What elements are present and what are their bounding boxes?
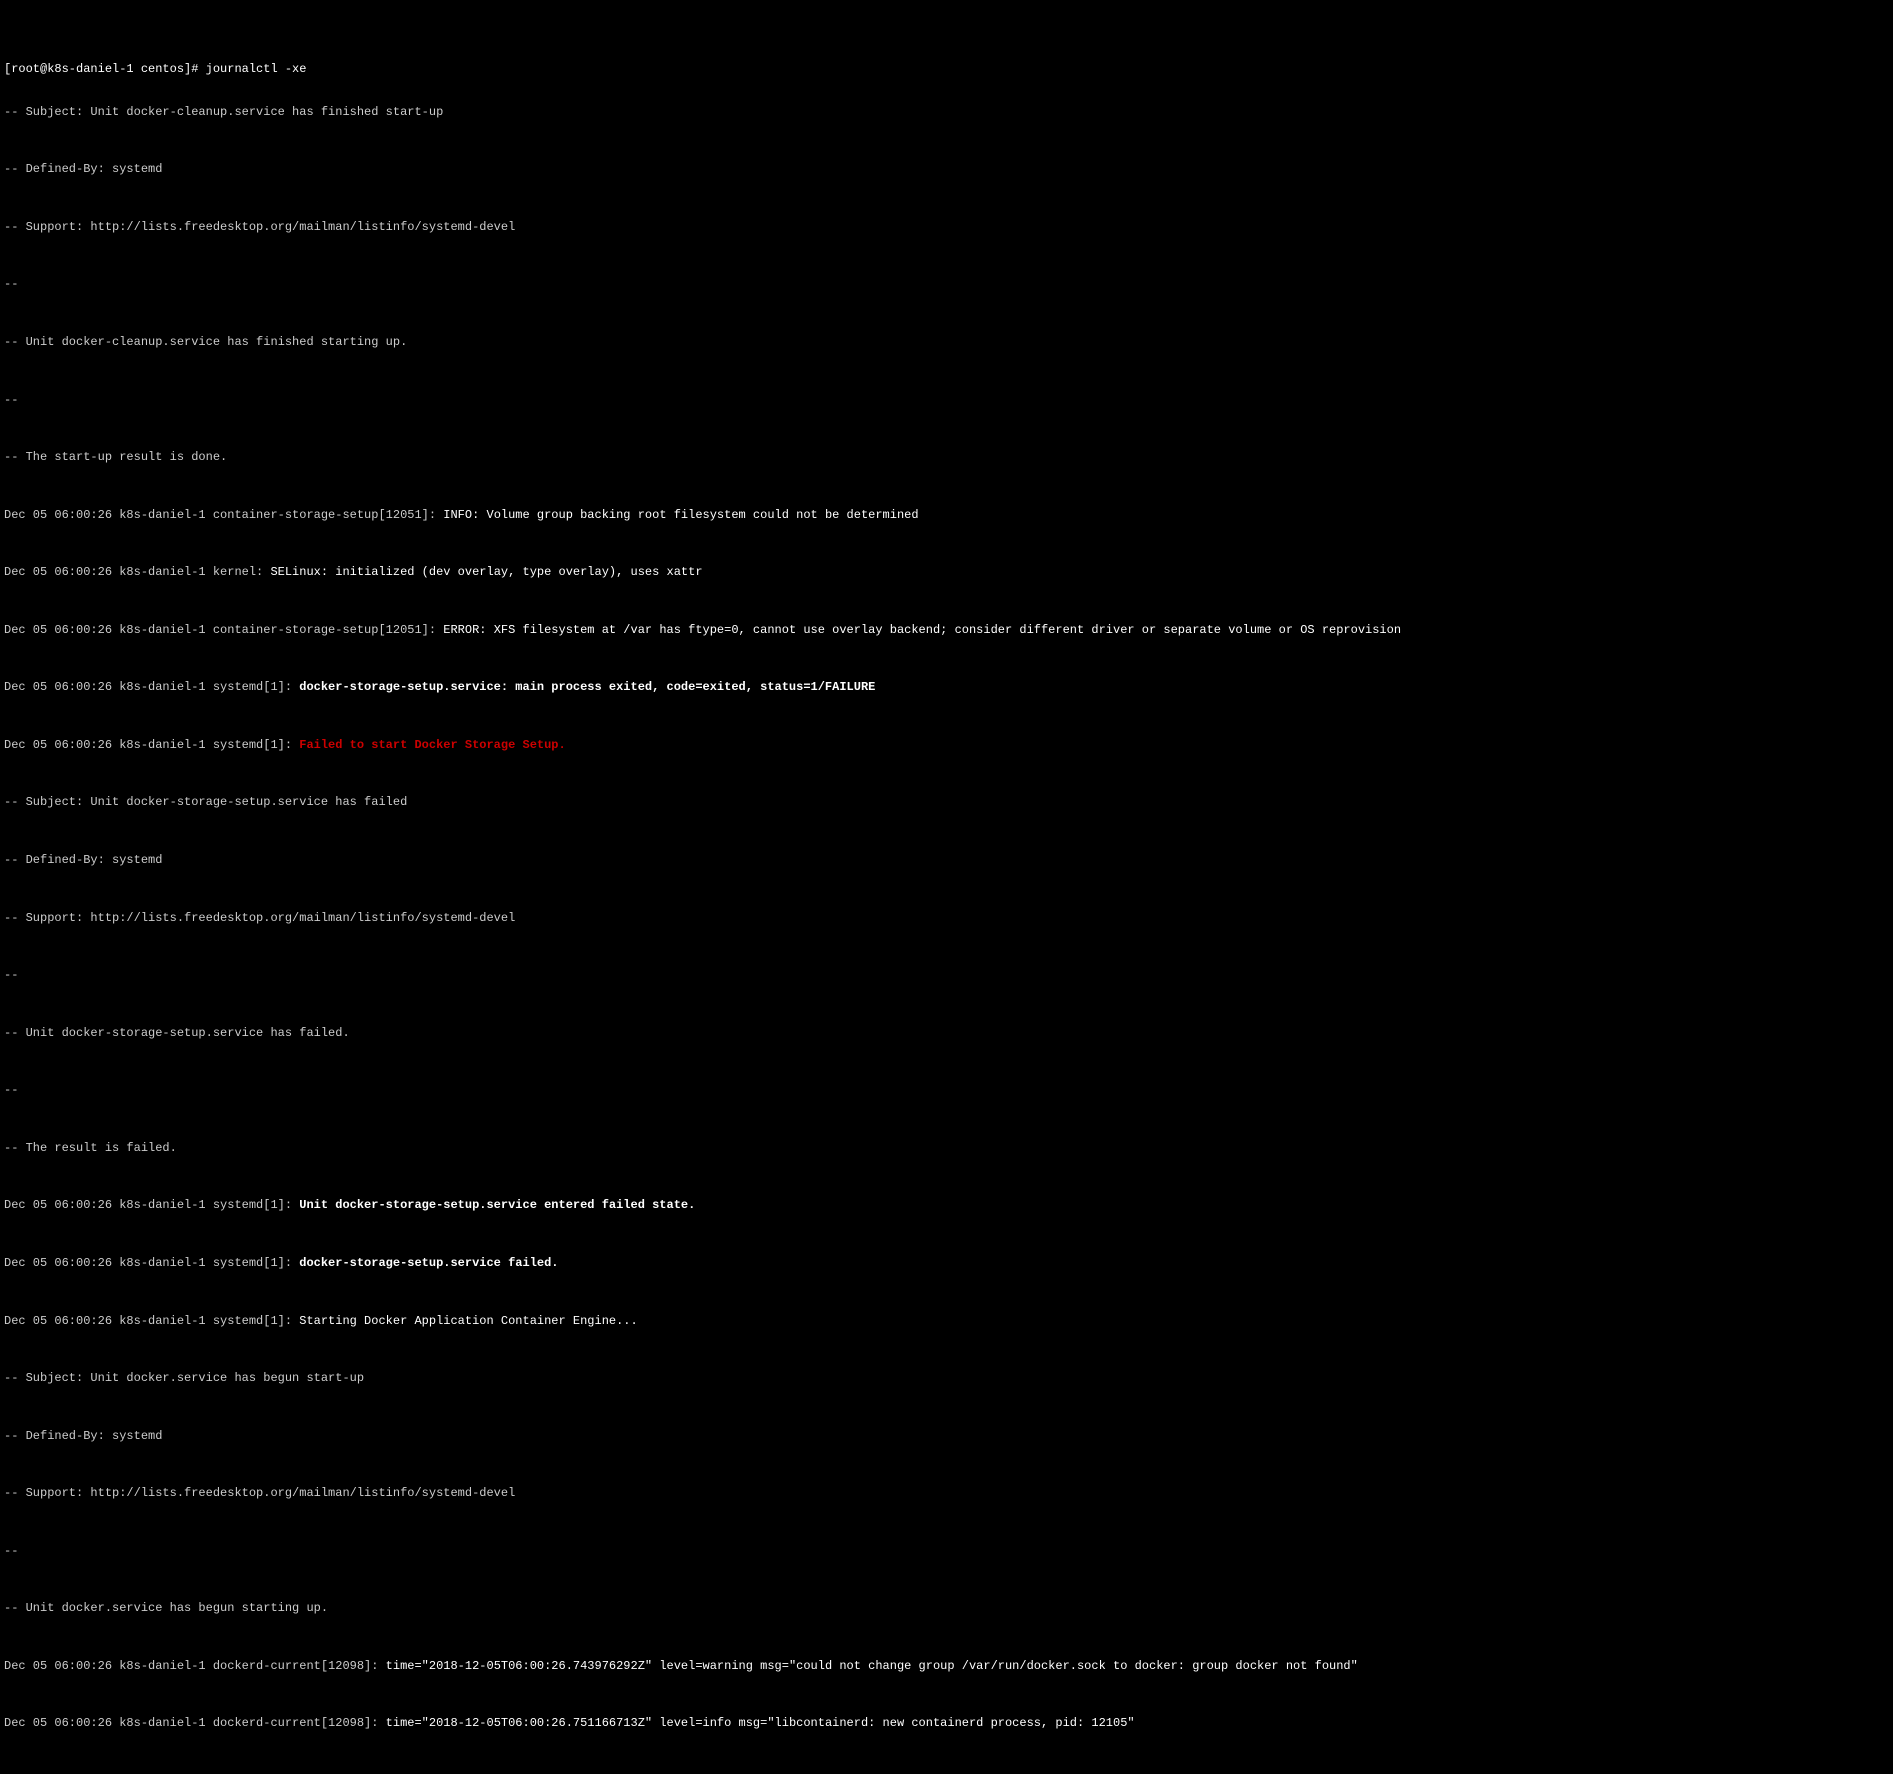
log-text: -- Unit docker-storage-setup.service has… <box>4 1026 350 1040</box>
log-message: time="2018-12-05T06:00:26.751166713Z" le… <box>386 1716 1135 1730</box>
log-line: -- Defined-By: systemd <box>4 853 1889 867</box>
log-line: -- Support: http://lists.freedesktop.org… <box>4 911 1889 925</box>
log-prefix: Dec 05 06:00:26 k8s-daniel-1 systemd[1]: <box>4 1256 299 1270</box>
log-line: Dec 05 06:00:26 k8s-daniel-1 systemd[1]:… <box>4 1314 1889 1328</box>
log-message: time="2018-12-05T06:00:26.743976292Z" le… <box>386 1659 1358 1673</box>
log-line: Dec 05 06:00:26 k8s-daniel-1 systemd[1]:… <box>4 1198 1889 1212</box>
log-line: -- Subject: Unit docker-cleanup.service … <box>4 105 1889 119</box>
log-text: -- The start-up result is done. <box>4 450 227 464</box>
log-text: -- Unit docker-cleanup.service has finis… <box>4 335 407 349</box>
log-prefix: Dec 05 06:00:26 k8s-daniel-1 kernel: <box>4 565 270 579</box>
log-line: Dec 05 06:00:26 k8s-daniel-1 kernel: SEL… <box>4 565 1889 579</box>
log-line: Dec 05 06:00:26 k8s-daniel-1 container-s… <box>4 508 1889 522</box>
log-line: -- <box>4 1083 1889 1097</box>
log-prefix: Dec 05 06:00:26 k8s-daniel-1 dockerd-cur… <box>4 1659 386 1673</box>
terminal-output[interactable]: [root@k8s-daniel-1 centos]# journalctl -… <box>4 62 1889 1774</box>
log-prefix: Dec 05 06:00:26 k8s-daniel-1 systemd[1]: <box>4 1198 299 1212</box>
log-text: -- <box>4 1083 26 1097</box>
log-line: -- Support: http://lists.freedesktop.org… <box>4 220 1889 234</box>
log-line: -- <box>4 1544 1889 1558</box>
log-prefix: Dec 05 06:00:26 k8s-daniel-1 container-s… <box>4 623 443 637</box>
shell-prompt[interactable]: [root@k8s-daniel-1 centos]# journalctl -… <box>4 62 1889 76</box>
log-line: -- Defined-By: systemd <box>4 162 1889 176</box>
log-line: Dec 05 06:00:26 k8s-daniel-1 container-s… <box>4 623 1889 637</box>
log-text: -- Subject: Unit docker-cleanup.service … <box>4 105 443 119</box>
log-text: -- Defined-By: systemd <box>4 1429 162 1443</box>
log-line: -- <box>4 968 1889 982</box>
log-message: Starting Docker Application Container En… <box>299 1314 637 1328</box>
log-prefix: Dec 05 06:00:26 k8s-daniel-1 systemd[1]: <box>4 738 299 752</box>
log-line: -- Subject: Unit docker.service has begu… <box>4 1371 1889 1385</box>
log-text: -- Defined-By: systemd <box>4 853 162 867</box>
log-line: -- Unit docker.service has begun startin… <box>4 1601 1889 1615</box>
log-text: -- <box>4 277 26 291</box>
log-text: -- <box>4 1544 26 1558</box>
log-text: -- Support: http://lists.freedesktop.org… <box>4 911 515 925</box>
log-prefix: Dec 05 06:00:26 k8s-daniel-1 container-s… <box>4 508 443 522</box>
log-message: docker-storage-setup.service failed. <box>299 1256 558 1270</box>
log-text: -- <box>4 968 26 982</box>
log-message: Unit docker-storage-setup.service entere… <box>299 1198 695 1212</box>
log-line: -- The result is failed. <box>4 1141 1889 1155</box>
log-line: -- Subject: Unit docker-storage-setup.se… <box>4 795 1889 809</box>
log-prefix: Dec 05 06:00:26 k8s-daniel-1 systemd[1]: <box>4 680 299 694</box>
log-line: -- Unit docker-storage-setup.service has… <box>4 1026 1889 1040</box>
log-message: INFO: Volume group backing root filesyst… <box>443 508 918 522</box>
log-line: -- Unit docker-cleanup.service has finis… <box>4 335 1889 349</box>
log-text: -- Support: http://lists.freedesktop.org… <box>4 1486 515 1500</box>
log-text: -- Support: http://lists.freedesktop.org… <box>4 220 515 234</box>
log-message: ERROR: XFS filesystem at /var has ftype=… <box>443 623 1401 637</box>
log-text: -- Unit docker.service has begun startin… <box>4 1601 328 1615</box>
log-text: -- Subject: Unit docker.service has begu… <box>4 1371 364 1385</box>
log-prefix: Dec 05 06:00:26 k8s-daniel-1 dockerd-cur… <box>4 1716 386 1730</box>
log-prefix: Dec 05 06:00:26 k8s-daniel-1 systemd[1]: <box>4 1314 299 1328</box>
log-line: Dec 05 06:00:26 k8s-daniel-1 systemd[1]:… <box>4 1256 1889 1270</box>
log-text: -- Defined-By: systemd <box>4 162 162 176</box>
log-line: Dec 05 06:00:26 k8s-daniel-1 dockerd-cur… <box>4 1716 1889 1730</box>
log-line: -- <box>4 393 1889 407</box>
log-message: SELinux: initialized (dev overlay, type … <box>270 565 702 579</box>
log-line: -- Defined-By: systemd <box>4 1429 1889 1443</box>
log-line: -- Support: http://lists.freedesktop.org… <box>4 1486 1889 1500</box>
log-line: -- The start-up result is done. <box>4 450 1889 464</box>
log-message: Failed to start Docker Storage Setup. <box>299 738 565 752</box>
log-text: -- The result is failed. <box>4 1141 177 1155</box>
log-line: -- <box>4 277 1889 291</box>
log-text: -- Subject: Unit docker-storage-setup.se… <box>4 795 407 809</box>
log-text: -- <box>4 393 26 407</box>
log-line: Dec 05 06:00:26 k8s-daniel-1 systemd[1]:… <box>4 680 1889 694</box>
log-line: Dec 05 06:00:26 k8s-daniel-1 dockerd-cur… <box>4 1659 1889 1673</box>
log-message: docker-storage-setup.service: main proce… <box>299 680 875 694</box>
log-line: Dec 05 06:00:26 k8s-daniel-1 systemd[1]:… <box>4 738 1889 752</box>
